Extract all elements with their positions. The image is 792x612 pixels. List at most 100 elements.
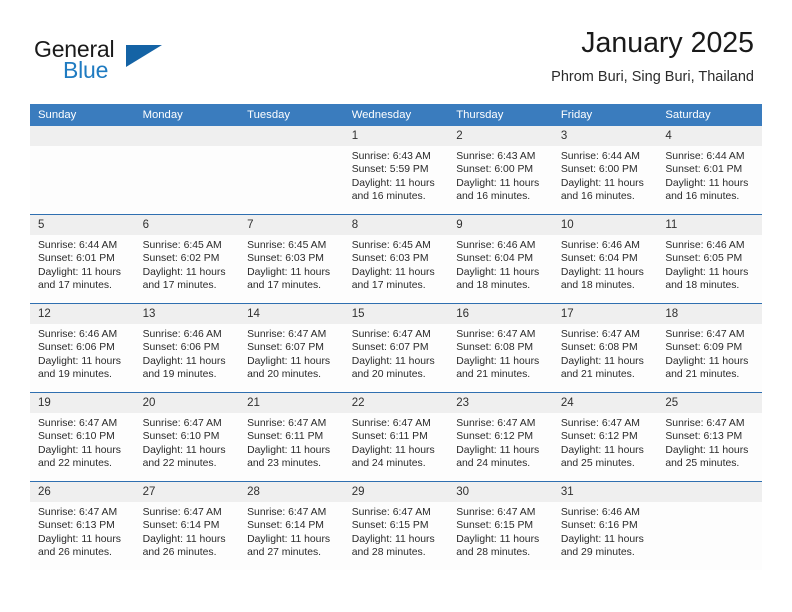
daylight-text: Daylight: 11 hours and 29 minutes. [560,533,644,558]
calendar-day-cell[interactable]: 11 Sunrise: 6:46 AM Sunset: 6:05 PM Dayligh… [657,214,762,304]
calendar-day-cell[interactable]: 24 Sunrise: 6:47 AM Sunset: 6:12 PM Dayligh… [552,392,658,482]
daylight-text: Daylight: 11 hours and 17 minutes. [247,266,331,291]
daylight-text: Daylight: 11 hours and 28 minutes. [456,533,540,558]
sunrise-text: Sunrise: 6:47 AM [351,418,431,429]
sunset-text: Sunset: 6:13 PM [665,431,743,443]
calendar-day-cell[interactable]: 23 Sunrise: 6:47 AM Sunset: 6:12 PM Dayligh… [448,392,553,482]
sunrise-text: Sunrise: 6:44 AM [560,151,640,162]
daylight-text: Daylight: 11 hours and 16 minutes. [456,177,540,202]
sunrise-text: Sunrise: 6:47 AM [665,418,745,429]
day-number: 27 [134,482,240,502]
calendar-day-cell[interactable]: 27 Sunrise: 6:47 AM Sunset: 6:14 PM Dayligh… [134,481,240,570]
calendar-day-cell[interactable]: 17 Sunrise: 6:47 AM Sunset: 6:08 PM Dayligh… [552,303,658,393]
calendar-day-cell[interactable]: 3 Sunrise: 6:44 AM Sunset: 6:00 PM Daylight… [552,126,658,215]
calendar-day-cell[interactable]: 8 Sunrise: 6:45 AM Sunset: 6:03 PM Daylight… [343,214,449,304]
sunrise-text: Sunrise: 6:46 AM [456,240,536,251]
sunrise-text: Sunrise: 6:43 AM [351,151,431,162]
calendar-day-cell[interactable]: 26 Sunrise: 6:47 AM Sunset: 6:13 PM Dayligh… [30,481,135,570]
calendar-day-cell[interactable]: 7 Sunrise: 6:45 AM Sunset: 6:03 PM Daylight… [239,214,344,304]
calendar-day-cell[interactable]: 19 Sunrise: 6:47 AM Sunset: 6:10 PM Dayligh… [30,392,135,482]
sun-info: Sunrise: 6:47 AM Sunset: 6:08 PM Daylight:… [553,324,658,381]
calendar-day-cell-empty [134,126,240,215]
page-title: January 2025 [581,27,754,59]
day-number [657,482,762,502]
sun-info: Sunrise: 6:47 AM Sunset: 6:09 PM Daylight:… [657,324,762,381]
calendar-day-cell[interactable]: 22 Sunrise: 6:47 AM Sunset: 6:11 PM Dayligh… [343,392,449,482]
sunset-text: Sunset: 6:13 PM [38,520,115,532]
day-number [239,126,344,146]
sun-info: Sunrise: 6:47 AM Sunset: 6:10 PM Daylight:… [135,413,240,470]
sunset-text: Sunset: 6:11 PM [351,431,428,443]
calendar-day-cell[interactable]: 28 Sunrise: 6:47 AM Sunset: 6:14 PM Dayligh… [239,481,344,570]
calendar-day-cell[interactable]: 6 Sunrise: 6:45 AM Sunset: 6:02 PM Daylight… [134,214,240,304]
sunset-text: Sunset: 6:10 PM [38,431,115,443]
sunset-text: Sunset: 6:07 PM [247,342,324,354]
sun-info: Sunrise: 6:47 AM Sunset: 6:13 PM Daylight:… [657,413,762,470]
day-number: 19 [30,393,135,413]
weekday-header-wednesday: Wednesday [343,104,449,126]
calendar-page: General Blue January 2025 Phrom Buri, Si… [0,0,792,612]
calendar-day-cell[interactable]: 2 Sunrise: 6:43 AM Sunset: 6:00 PM Daylight… [448,126,553,215]
day-number: 30 [448,482,553,502]
day-number: 3 [552,126,658,146]
calendar-day-cell[interactable]: 10 Sunrise: 6:46 AM Sunset: 6:04 PM Dayligh… [552,214,658,304]
calendar-day-cell[interactable]: 4 Sunrise: 6:44 AM Sunset: 6:01 PM Daylight… [657,126,762,215]
sunset-text: Sunset: 6:01 PM [665,164,743,176]
daylight-text: Daylight: 11 hours and 24 minutes. [351,444,435,469]
sunset-text: Sunset: 6:01 PM [38,253,115,265]
calendar-day-cell[interactable]: 31 Sunrise: 6:46 AM Sunset: 6:16 PM Dayligh… [552,481,658,570]
calendar-week-row: 26 Sunrise: 6:47 AM Sunset: 6:13 PM Dayligh… [30,481,762,570]
sunrise-text: Sunrise: 6:47 AM [351,329,431,340]
calendar-week-row: 5 Sunrise: 6:44 AM Sunset: 6:01 PM Daylight… [30,214,762,304]
sun-info: Sunrise: 6:47 AM Sunset: 6:15 PM Daylight:… [344,502,449,559]
calendar-day-cell[interactable]: 15 Sunrise: 6:47 AM Sunset: 6:07 PM Dayligh… [343,303,449,393]
sun-info: Sunrise: 6:46 AM Sunset: 6:16 PM Daylight:… [553,502,658,559]
sun-info: Sunrise: 6:46 AM Sunset: 6:04 PM Daylight:… [553,235,658,292]
calendar-day-cell[interactable]: 30 Sunrise: 6:47 AM Sunset: 6:15 PM Dayligh… [448,481,553,570]
daylight-text: Daylight: 11 hours and 22 minutes. [38,444,121,469]
calendar-day-cell[interactable]: 21 Sunrise: 6:47 AM Sunset: 6:11 PM Dayligh… [239,392,344,482]
day-number: 20 [134,393,240,413]
title-block: January 2025 Phrom Buri, Sing Buri, Thai… [551,27,754,85]
brand-logo[interactable]: General Blue [34,36,184,86]
day-number: 21 [239,393,344,413]
sunset-text: Sunset: 6:02 PM [142,253,220,265]
sun-info: Sunrise: 6:45 AM Sunset: 6:03 PM Daylight:… [239,235,344,292]
sunrise-text: Sunrise: 6:44 AM [665,151,745,162]
calendar-day-cell[interactable]: 18 Sunrise: 6:47 AM Sunset: 6:09 PM Dayligh… [657,303,762,393]
sun-info: Sunrise: 6:44 AM Sunset: 6:00 PM Daylight:… [553,146,658,203]
sunrise-text: Sunrise: 6:47 AM [456,507,536,518]
calendar-day-cell[interactable]: 5 Sunrise: 6:44 AM Sunset: 6:01 PM Daylight… [30,214,135,304]
calendar-body: 1 Sunrise: 6:43 AM Sunset: 5:59 PM Daylight… [30,126,762,570]
day-number: 9 [448,215,553,235]
calendar-day-cell[interactable]: 13 Sunrise: 6:46 AM Sunset: 6:06 PM Dayligh… [134,303,240,393]
sun-info: Sunrise: 6:47 AM Sunset: 6:12 PM Daylight:… [448,413,553,470]
daylight-text: Daylight: 11 hours and 21 minutes. [456,355,540,380]
sunset-text: Sunset: 6:00 PM [456,164,534,176]
calendar-day-cell[interactable]: 12 Sunrise: 6:46 AM Sunset: 6:06 PM Dayligh… [30,303,135,393]
calendar-day-cell[interactable]: 20 Sunrise: 6:47 AM Sunset: 6:10 PM Dayligh… [134,392,240,482]
weekday-header-saturday: Saturday [657,104,762,126]
daylight-text: Daylight: 11 hours and 24 minutes. [456,444,540,469]
sunset-text: Sunset: 6:15 PM [456,520,534,532]
daylight-text: Daylight: 11 hours and 16 minutes. [560,177,644,202]
calendar-header-row: Sunday Monday Tuesday Wednesday Thursday Frid… [30,104,762,126]
daylight-text: Daylight: 11 hours and 18 minutes. [560,266,644,291]
page-subtitle: Phrom Buri, Sing Buri, Thailand [551,68,754,85]
calendar-day-cell[interactable]: 29 Sunrise: 6:47 AM Sunset: 6:15 PM Dayligh… [343,481,449,570]
calendar-day-cell[interactable]: 14 Sunrise: 6:47 AM Sunset: 6:07 PM Dayligh… [239,303,344,393]
sunrise-text: Sunrise: 6:47 AM [247,418,327,429]
calendar-day-cell[interactable]: 1 Sunrise: 6:43 AM Sunset: 5:59 PM Daylight… [343,126,449,215]
sunset-text: Sunset: 6:04 PM [456,253,534,265]
sunset-text: Sunset: 6:03 PM [247,253,324,265]
calendar-day-cell[interactable]: 25 Sunrise: 6:47 AM Sunset: 6:13 PM Dayligh… [657,392,762,482]
daylight-text: Daylight: 11 hours and 25 minutes. [665,444,749,469]
day-number [30,126,135,146]
sunset-text: Sunset: 6:10 PM [142,431,220,443]
calendar-day-cell[interactable]: 16 Sunrise: 6:47 AM Sunset: 6:08 PM Dayligh… [448,303,553,393]
day-number: 8 [343,215,449,235]
sun-info: Sunrise: 6:47 AM Sunset: 6:14 PM Daylight:… [239,502,344,559]
day-number: 11 [657,215,762,235]
day-number: 16 [448,304,553,324]
calendar-day-cell[interactable]: 9 Sunrise: 6:46 AM Sunset: 6:04 PM Daylight… [448,214,553,304]
